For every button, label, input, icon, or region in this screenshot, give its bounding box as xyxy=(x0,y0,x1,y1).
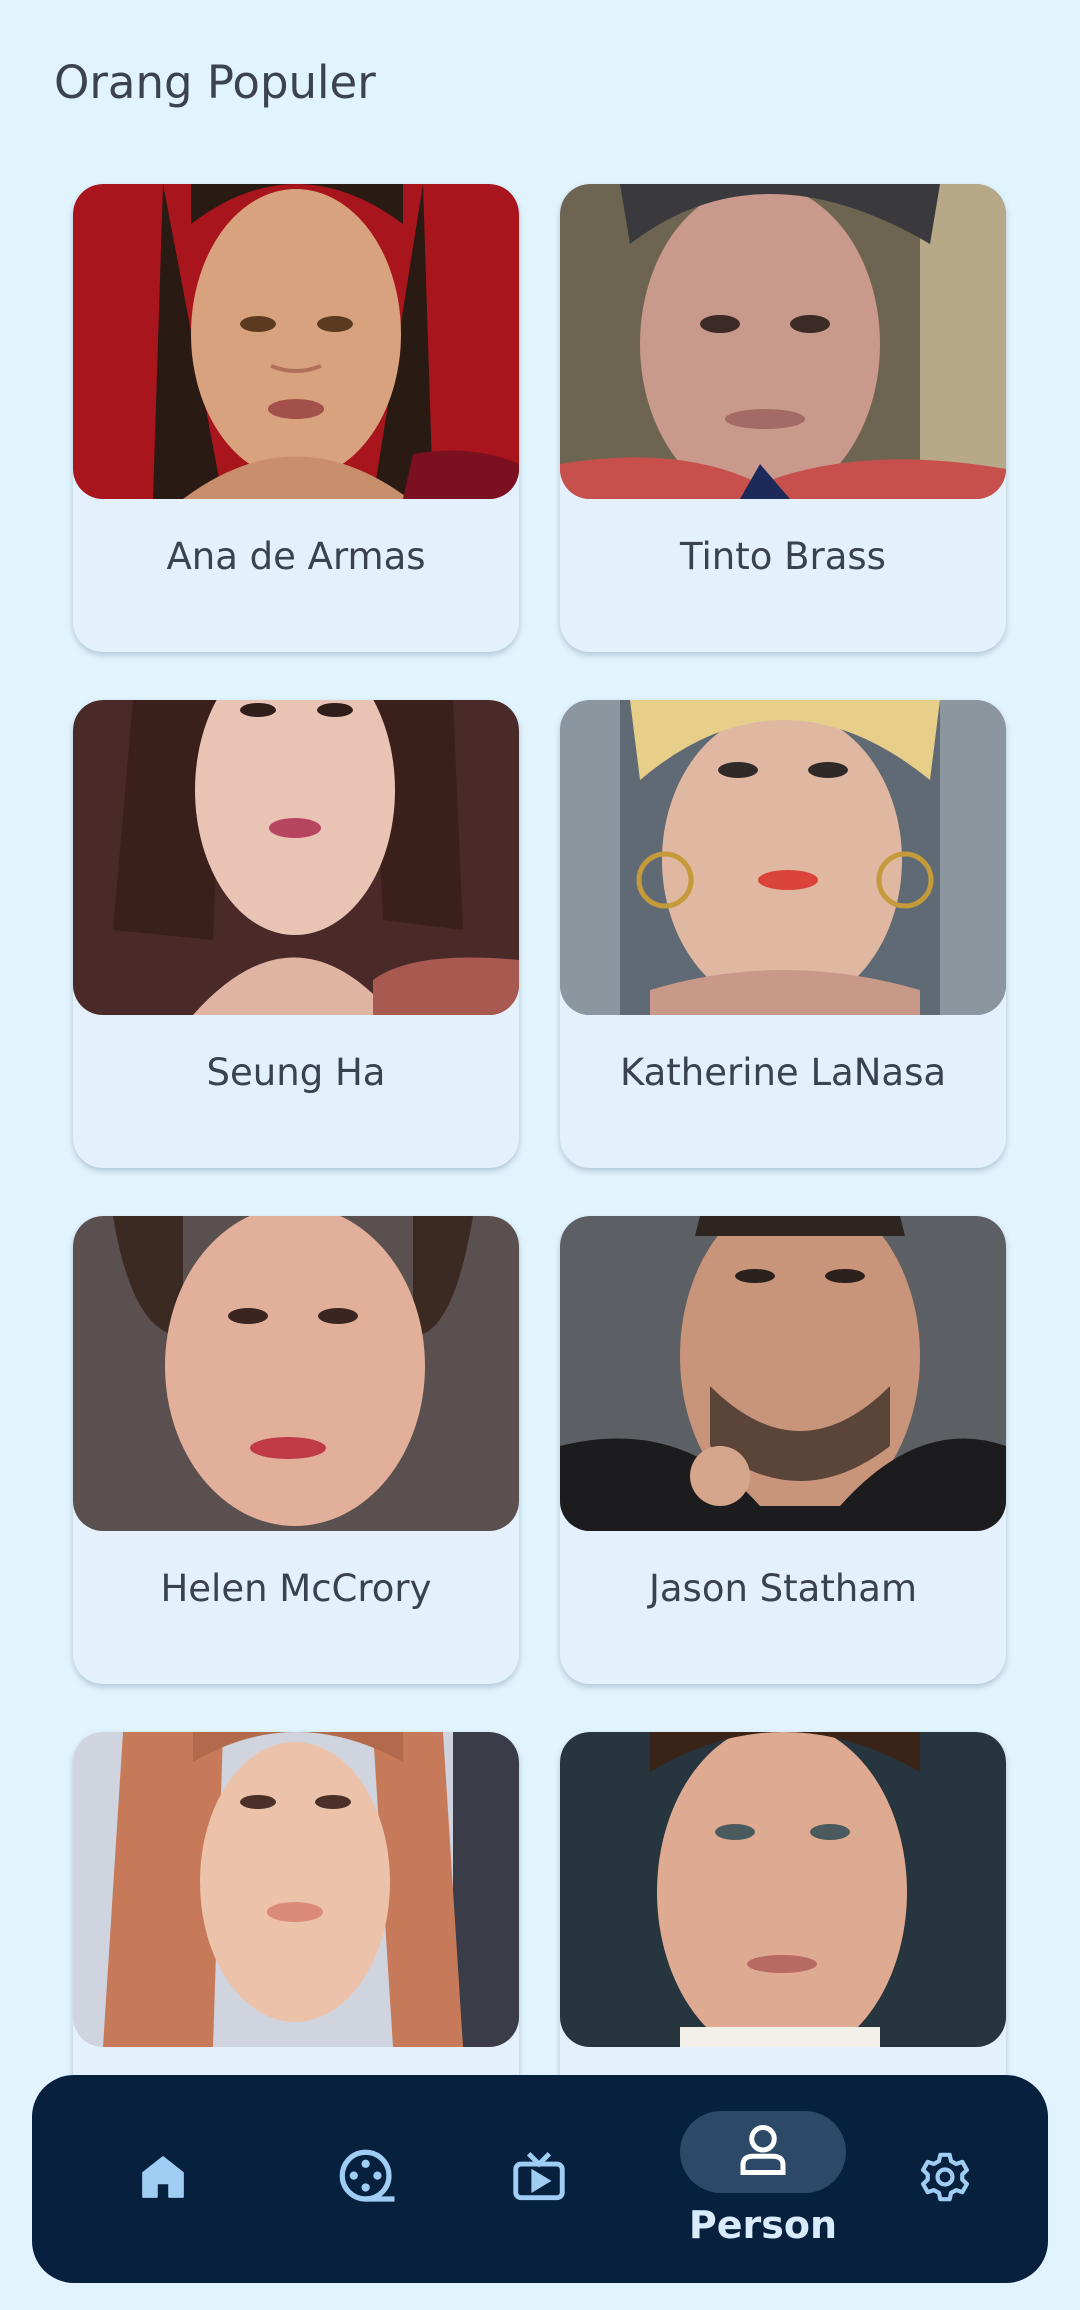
person-photo xyxy=(560,1732,1006,2047)
person-name: Tinto Brass xyxy=(680,535,886,578)
home-icon xyxy=(138,2152,188,2206)
gear-icon xyxy=(917,2149,973,2209)
nav-active-indicator xyxy=(680,2111,846,2193)
person-photo xyxy=(73,1732,519,2047)
person-name: Katherine LaNasa xyxy=(619,1051,947,1094)
person-card[interactable]: Seung Ha xyxy=(73,700,519,1168)
bottom-navigation: Person xyxy=(32,2075,1048,2283)
person-photo xyxy=(73,1216,519,1531)
person-name: Seung Ha xyxy=(206,1051,386,1094)
person-photo xyxy=(560,700,1006,1015)
people-grid: Ana de Armas Tinto Brass Seung Ha Kather… xyxy=(73,184,1006,2200)
page-title: Orang Populer xyxy=(54,56,376,109)
nav-item-tv[interactable] xyxy=(459,2075,619,2283)
person-photo xyxy=(560,1216,1006,1531)
person-name: Ana de Armas xyxy=(166,535,426,578)
nav-item-movies[interactable] xyxy=(287,2075,447,2283)
film-reel-icon xyxy=(334,2144,400,2214)
person-icon xyxy=(733,2120,793,2184)
person-card[interactable]: Jason Statham xyxy=(560,1216,1006,1684)
nav-item-home[interactable] xyxy=(83,2075,243,2283)
person-name: Helen McCrory xyxy=(160,1567,432,1610)
nav-item-person[interactable]: Person xyxy=(663,2075,863,2283)
person-photo xyxy=(560,184,1006,499)
nav-item-settings[interactable] xyxy=(865,2075,1025,2283)
person-card[interactable]: Tinto Brass xyxy=(560,184,1006,652)
person-photo xyxy=(73,184,519,499)
person-name: Jason Statham xyxy=(648,1567,918,1610)
person-photo xyxy=(73,700,519,1015)
nav-label-person: Person xyxy=(688,2203,838,2247)
person-card[interactable]: Katherine LaNasa xyxy=(560,700,1006,1168)
tv-icon xyxy=(508,2146,570,2212)
person-card[interactable]: Helen McCrory xyxy=(73,1216,519,1684)
person-card[interactable]: Ana de Armas xyxy=(73,184,519,652)
